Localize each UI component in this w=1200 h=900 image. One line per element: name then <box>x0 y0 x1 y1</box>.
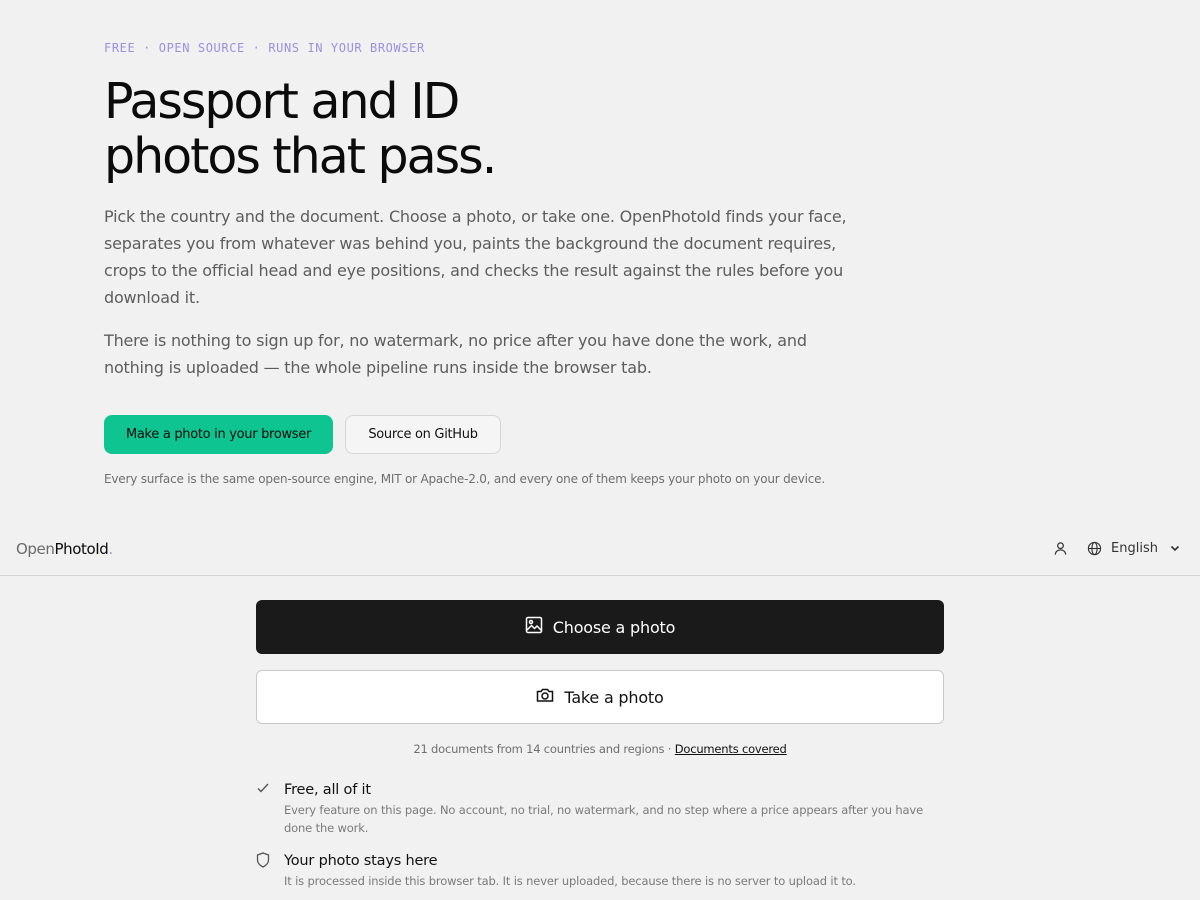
photo-actions: Choose a photo Take a photo 21 documents… <box>256 600 944 900</box>
brand-logo[interactable]: OpenPhotoId. <box>16 540 113 558</box>
hero-paragraph-2: There is nothing to sign up for, no wate… <box>104 331 807 377</box>
camera-icon <box>536 687 554 708</box>
language-selector[interactable]: English <box>1085 539 1184 557</box>
hero-eyebrow: FREE · OPEN SOURCE · RUNS IN YOUR BROWSE… <box>104 41 425 55</box>
documents-covered-link[interactable]: Documents covered <box>675 742 787 756</box>
coverage-text: 21 documents from 14 countries and regio… <box>413 742 675 756</box>
feature-title: Free, all of it <box>284 782 371 798</box>
cta-row: Make a photo in your browser Source on G… <box>104 415 501 454</box>
feature-description: Every feature on this page. No account, … <box>284 803 924 835</box>
take-photo-button[interactable]: Take a photo <box>256 670 944 724</box>
hero-headline: Passport and ID photos that pass. <box>104 74 704 184</box>
feature-description: It is processed inside this browser tab.… <box>284 874 856 888</box>
feature-title: Your photo stays here <box>284 853 438 869</box>
user-icon[interactable] <box>1051 539 1069 557</box>
feature-list: Free, all of it Every feature on this pa… <box>256 780 944 890</box>
brand-part-open: Open <box>16 540 55 558</box>
language-label: English <box>1111 540 1158 556</box>
chevron-down-icon <box>1166 539 1184 557</box>
feature-item-free: Free, all of it Every feature on this pa… <box>256 780 944 837</box>
headline-line-2: photos that pass. <box>104 128 497 185</box>
shield-icon <box>256 852 272 868</box>
globe-icon <box>1085 539 1103 557</box>
make-photo-button[interactable]: Make a photo in your browser <box>104 415 333 454</box>
check-icon <box>256 781 272 797</box>
app-topbar: OpenPhotoId. English <box>0 524 1200 576</box>
topbar-controls: English <box>1051 539 1184 557</box>
choose-photo-label: Choose a photo <box>552 617 676 637</box>
brand-part-photoid: PhotoId <box>54 540 109 558</box>
hero-paragraph-1: Pick the country and the document. Choos… <box>104 207 847 307</box>
choose-photo-button[interactable]: Choose a photo <box>256 600 944 654</box>
app-embed: OpenPhotoId. English Choose a photo Take… <box>0 524 1200 900</box>
license-fineprint: Every surface is the same open-source en… <box>104 472 825 486</box>
take-photo-label: Take a photo <box>564 687 664 707</box>
brand-part-dot: . <box>108 540 113 558</box>
headline-line-1: Passport and ID <box>104 73 460 130</box>
image-icon <box>525 616 543 639</box>
documents-coverage: 21 documents from 14 countries and regio… <box>256 742 944 756</box>
feature-item-privacy: Your photo stays here It is processed in… <box>256 851 944 890</box>
github-source-button[interactable]: Source on GitHub <box>345 415 501 454</box>
